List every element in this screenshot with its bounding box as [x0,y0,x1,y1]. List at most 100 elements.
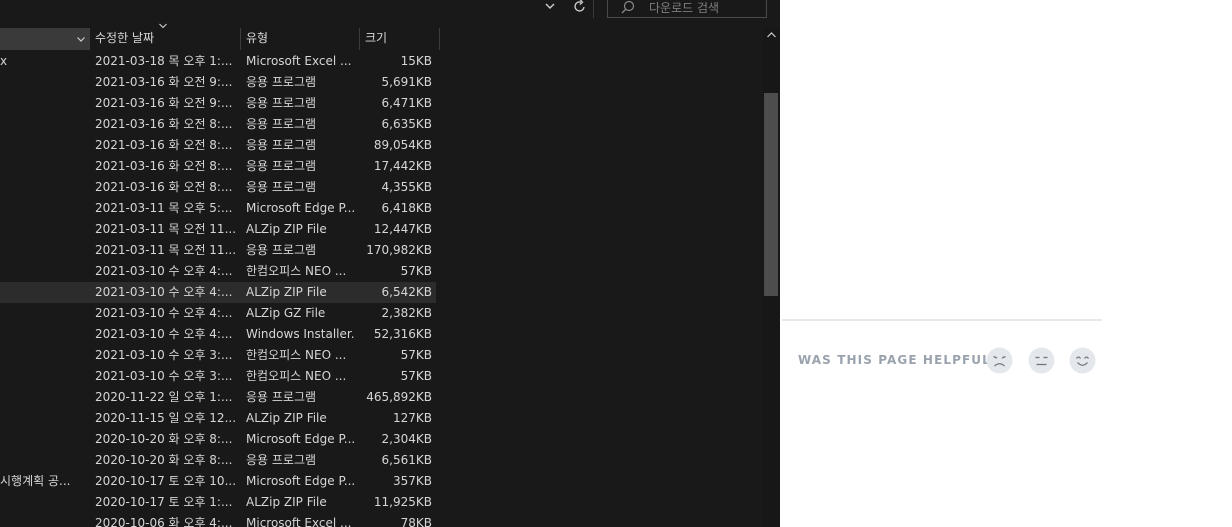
file-date-cell: 2021-03-11 목 오전 11... [95,243,237,257]
file-size-cell: 89,054KB [373,138,432,152]
file-row[interactable]: x 2021-03-18 목 오후 1:... Microsoft Excel ..… [0,51,436,72]
file-row[interactable]: 2021-03-10 수 오후 4:... ALZip GZ File 2,382K… [0,303,436,324]
column-header-type-label: 유형 [246,31,269,45]
file-size-cell: 357KB [392,474,432,488]
file-date-cell: 2021-03-10 수 오후 3:... [95,369,233,383]
search-input[interactable]: 다운로드 검색 [607,0,767,18]
file-size-cell: 6,418KB [381,201,432,215]
file-size-cell: 57KB [400,348,432,362]
file-row[interactable]: 2021-03-11 목 오후 5:... Microsoft Edge P...… [0,198,436,219]
file-row[interactable]: 2021-03-16 화 오전 8:... 응용 프로그램 4,355KB [0,177,436,198]
file-row[interactable]: 2021-03-16 화 오전 8:... 응용 프로그램 89,054KB [0,135,436,156]
file-row[interactable]: 2021-03-16 화 오전 8:... 응용 프로그램 17,442KB [0,156,436,177]
file-type-cell: 응용 프로그램 [246,390,317,404]
file-type-cell: 응용 프로그램 [246,75,317,89]
file-row[interactable]: 2020-10-06 화 오후 4:... Microsoft Excel ...… [0,513,436,527]
chevron-down-icon[interactable] [540,0,560,16]
divider [593,0,594,18]
file-date-cell: 2020-11-22 일 오후 1:... [95,390,233,404]
file-type-cell: ALZip ZIP File [246,495,327,509]
file-name-cell: x [0,54,8,68]
file-row[interactable]: 2021-03-10 수 오후 3:... 한컴오피스 NEO ... 57KB [0,366,436,387]
file-size-cell: 78KB [400,516,432,527]
file-size-cell: 465,892KB [366,390,432,404]
file-row[interactable]: 2020-11-15 일 오후 12... ALZip ZIP File 127KB [0,408,436,429]
column-header-type[interactable]: 유형 [240,28,359,50]
file-date-cell: 2021-03-10 수 오후 3:... [95,348,233,362]
file-list: x 2021-03-18 목 오후 1:... Microsoft Excel ..… [0,51,763,527]
divider [782,319,1102,321]
column-header-name[interactable] [0,28,89,50]
file-size-cell: 6,542KB [381,285,432,299]
search-icon [621,0,635,14]
refresh-icon[interactable] [570,0,590,16]
file-row[interactable]: 2021-03-11 목 오전 11... 응용 프로그램 170,982KB [0,240,436,261]
file-row[interactable]: 2021-03-16 화 오전 9:... 응용 프로그램 6,471KB [0,93,436,114]
file-type-cell: 한컴오피스 NEO ... [246,264,347,278]
search-placeholder: 다운로드 검색 [649,1,720,15]
file-row[interactable]: 2021-03-11 목 오전 11... ALZip ZIP File 12,44… [0,219,436,240]
column-header-size[interactable]: 크기 [359,28,439,50]
file-type-cell: 응용 프로그램 [246,138,317,152]
file-type-cell: ALZip ZIP File [246,411,327,425]
file-row[interactable]: 2020-10-20 화 오후 8:... 응용 프로그램 6,561KB [0,450,436,471]
file-size-cell: 15KB [400,54,432,68]
file-size-cell: 2,382KB [381,306,432,320]
file-name-cell: 시행계획 공... [0,474,71,488]
file-date-cell: 2021-03-10 수 오후 4:... [95,285,233,299]
file-date-cell: 2021-03-16 화 오전 8:... [95,117,233,131]
file-size-cell: 12,447KB [373,222,432,236]
file-size-cell: 11,925KB [373,495,432,509]
file-row[interactable]: 2020-10-20 화 오후 8:... Microsoft Edge P...… [0,429,436,450]
file-row[interactable]: 2021-03-16 화 오전 8:... 응용 프로그램 6,635KB [0,114,436,135]
file-date-cell: 2021-03-11 목 오전 11... [95,222,237,236]
column-header-date[interactable]: 수정한 날짜 [89,28,240,50]
file-date-cell: 2021-03-16 화 오전 9:... [95,96,233,110]
happy-face-icon[interactable] [1069,347,1096,374]
file-type-cell: Microsoft Excel ... [246,516,352,527]
file-row[interactable]: 2021-03-10 수 오후 3:... 한컴오피스 NEO ... 57KB [0,345,436,366]
neutral-face-icon[interactable] [1028,347,1055,374]
address-bar-area: 다운로드 검색 [0,0,780,20]
file-size-cell: 127KB [392,411,432,425]
column-header-size-label: 크기 [365,31,388,45]
file-row[interactable]: 2021-03-10 수 오후 4:... Windows Installer..… [0,324,436,345]
file-date-cell: 2021-03-11 목 오후 5:... [95,201,233,215]
chevron-down-icon[interactable] [73,31,89,47]
file-date-cell: 2021-03-10 수 오후 4:... [95,306,233,320]
web-page: WAS THIS PAGE HELPFUL? [780,0,1232,527]
file-row[interactable]: 2021-03-10 수 오후 4:... ALZip ZIP File 6,542… [0,282,436,303]
file-date-cell: 2021-03-10 수 오후 4:... [95,327,233,341]
file-type-cell: Microsoft Edge P... [246,432,354,446]
sad-face-icon[interactable] [986,347,1013,374]
file-explorer-window: 다운로드 검색 수정한 날짜 유형 크기 x 2021-03-18 목 오후 1:… [0,0,780,527]
file-date-cell: 2020-10-20 화 오후 8:... [95,453,233,467]
file-date-cell: 2021-03-18 목 오후 1:... [95,54,233,68]
file-type-cell: ALZip GZ File [246,306,326,320]
column-divider[interactable] [439,28,440,50]
file-type-cell: ALZip ZIP File [246,285,327,299]
file-date-cell: 2020-11-15 일 오후 12... [95,411,237,425]
file-type-cell: 응용 프로그램 [246,117,317,131]
file-size-cell: 2,304KB [381,432,432,446]
scrollbar-thumb[interactable] [764,93,778,296]
file-size-cell: 57KB [400,264,432,278]
file-size-cell: 17,442KB [373,159,432,173]
file-row[interactable]: 2021-03-10 수 오후 4:... 한컴오피스 NEO ... 57KB [0,261,436,282]
file-row[interactable]: 2020-10-17 토 오후 1:... ALZip ZIP File 11,92… [0,492,436,513]
column-header-row: 수정한 날짜 유형 크기 [0,23,763,51]
file-type-cell: 응용 프로그램 [246,96,317,110]
scroll-up-icon[interactable] [766,30,777,40]
file-row[interactable]: 시행계획 공... 2020-10-17 토 오후 10... Microsoft … [0,471,436,492]
file-type-cell: 한컴오피스 NEO ... [246,348,347,362]
file-row[interactable]: 2020-11-22 일 오후 1:... 응용 프로그램 465,892KB [0,387,436,408]
file-size-cell: 4,355KB [381,180,432,194]
helpful-prompt: WAS THIS PAGE HELPFUL? [798,353,999,367]
file-type-cell: Windows Installer... [246,327,354,341]
file-date-cell: 2021-03-10 수 오후 4:... [95,264,233,278]
sort-descending-icon [159,23,167,29]
file-date-cell: 2021-03-16 화 오전 8:... [95,180,233,194]
file-type-cell: Microsoft Edge P... [246,474,354,488]
file-row[interactable]: 2021-03-16 화 오전 9:... 응용 프로그램 5,691KB [0,72,436,93]
vertical-scrollbar[interactable] [763,28,780,527]
